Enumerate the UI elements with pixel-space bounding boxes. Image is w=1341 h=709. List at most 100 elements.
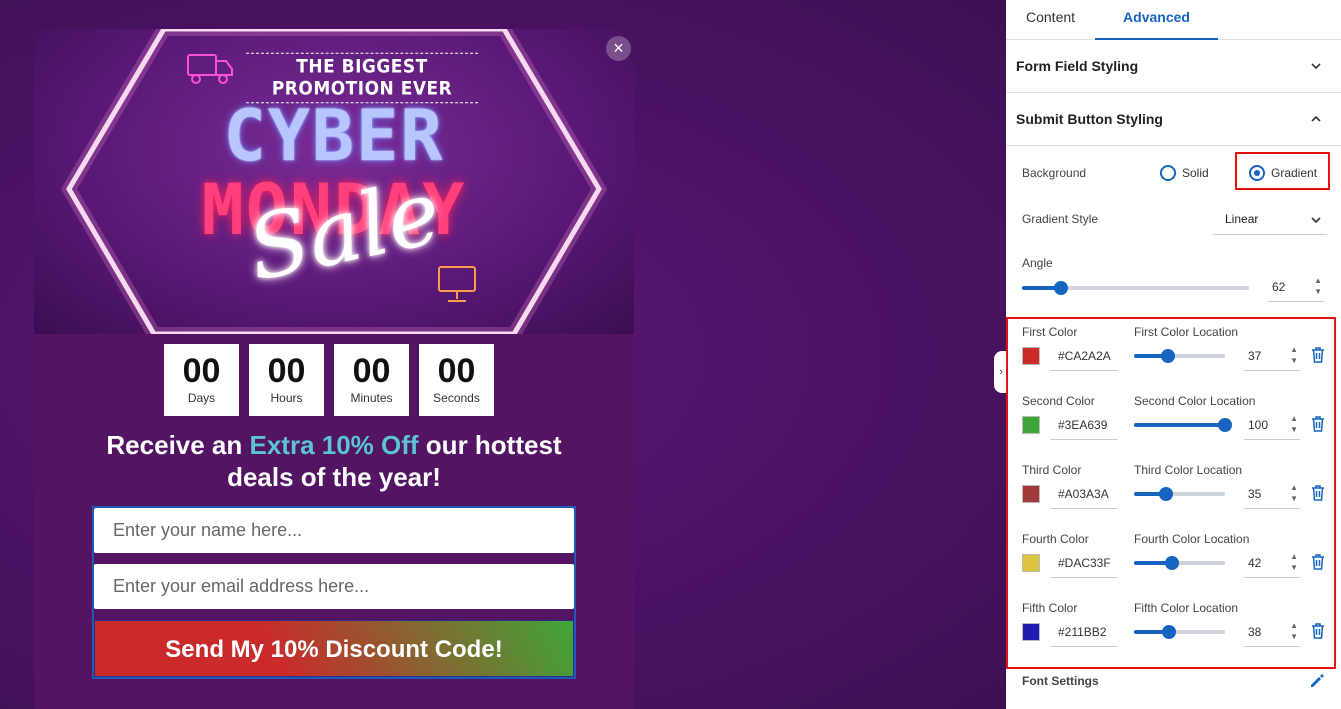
gradient-style-value: Linear bbox=[1225, 212, 1259, 226]
spinner-arrows-icon[interactable]: ▲ ▼ bbox=[1314, 275, 1322, 297]
radio-gradient-label: Gradient bbox=[1271, 166, 1318, 180]
color-swatch[interactable] bbox=[1022, 347, 1040, 365]
color-hex-input[interactable]: #DAC33F bbox=[1050, 548, 1118, 578]
spinner-arrows-icon[interactable]: ▲ ▼ bbox=[1290, 551, 1298, 573]
spinner-arrows-icon[interactable]: ▲ ▼ bbox=[1290, 482, 1298, 504]
color-location-label: Fifth Color Location bbox=[1134, 601, 1239, 615]
color-location-input[interactable]: 42 ▲ ▼ bbox=[1244, 548, 1300, 578]
countdown-box: 00 Seconds bbox=[419, 344, 494, 416]
location-value: 100 bbox=[1248, 418, 1269, 432]
color-location-input[interactable]: 35 ▲ ▼ bbox=[1244, 479, 1300, 509]
color-location-slider[interactable] bbox=[1134, 349, 1225, 363]
color-label: Second Color bbox=[1022, 394, 1095, 408]
countdown-number: 00 bbox=[267, 352, 306, 390]
radio-solid[interactable]: Solid bbox=[1160, 165, 1209, 181]
color-location-input[interactable]: 100 ▲ ▼ bbox=[1244, 410, 1300, 440]
color-swatch[interactable] bbox=[1022, 623, 1040, 641]
color-location-input[interactable]: 37 ▲ ▼ bbox=[1244, 341, 1300, 371]
color-label: First Color bbox=[1022, 325, 1078, 339]
countdown-number: 00 bbox=[437, 352, 476, 390]
submit-button-styling-label: Submit Button Styling bbox=[1016, 111, 1163, 127]
color-swatch[interactable] bbox=[1022, 554, 1040, 572]
color-location-label: First Color Location bbox=[1134, 325, 1239, 339]
color-location-slider[interactable] bbox=[1134, 556, 1225, 570]
slider-thumb[interactable] bbox=[1161, 625, 1176, 639]
delete-trash-icon[interactable] bbox=[1311, 347, 1325, 363]
angle-slider[interactable] bbox=[1022, 281, 1249, 295]
color-hex-input[interactable]: #CA2A2A bbox=[1050, 341, 1118, 371]
hero-banner: THE BIGGEST PROMOTION EVER CYBER MONDAY … bbox=[34, 29, 634, 334]
location-value: 42 bbox=[1248, 556, 1262, 570]
tab-advanced[interactable]: Advanced bbox=[1095, 0, 1218, 40]
truck-icon bbox=[187, 54, 233, 84]
countdown-number: 00 bbox=[352, 352, 391, 390]
slider-fill bbox=[1134, 423, 1225, 427]
delete-trash-icon[interactable] bbox=[1311, 485, 1325, 501]
chevron-down-icon bbox=[1311, 63, 1321, 70]
submit-discount-button[interactable]: Send My 10% Discount Code! bbox=[94, 620, 574, 677]
radio-checked-icon bbox=[1249, 165, 1265, 181]
color-location-input[interactable]: 38 ▲ ▼ bbox=[1244, 617, 1300, 647]
close-icon[interactable]: × bbox=[606, 36, 631, 61]
color-label: Fifth Color bbox=[1022, 601, 1078, 615]
editor-canvas: THE BIGGEST PROMOTION EVER CYBER MONDAY … bbox=[0, 0, 1008, 709]
font-settings-label: Font Settings bbox=[1022, 674, 1099, 688]
spinner-arrows-icon[interactable]: ▲ ▼ bbox=[1290, 620, 1298, 642]
radio-circle-icon bbox=[1160, 165, 1176, 181]
countdown-box: 00 Days bbox=[164, 344, 239, 416]
countdown-label: Days bbox=[187, 391, 216, 405]
hero-title-cyber: CYBER bbox=[223, 95, 445, 177]
color-location-slider[interactable] bbox=[1134, 418, 1232, 432]
radio-solid-label: Solid bbox=[1182, 166, 1209, 180]
headline-highlight: Extra 10% Off bbox=[249, 430, 419, 460]
angle-label: Angle bbox=[1022, 256, 1053, 270]
color-swatch[interactable] bbox=[1022, 416, 1040, 434]
countdown-box: 00 Hours bbox=[249, 344, 324, 416]
color-location-label: Second Color Location bbox=[1134, 394, 1256, 408]
location-value: 35 bbox=[1248, 487, 1262, 501]
slider-thumb[interactable] bbox=[1218, 418, 1232, 432]
chevron-up-icon bbox=[1311, 115, 1321, 122]
color-label: Fourth Color bbox=[1022, 532, 1089, 546]
color-swatch[interactable] bbox=[1022, 485, 1040, 503]
color-hex-input[interactable]: #A03A3A bbox=[1050, 479, 1118, 509]
countdown-number: 00 bbox=[182, 352, 221, 390]
countdown-label: Seconds bbox=[433, 391, 480, 405]
submit-button-styling-header[interactable]: Submit Button Styling bbox=[1006, 93, 1341, 146]
countdown-label: Hours bbox=[270, 391, 303, 405]
countdown-timer: 00 Days 00 Hours 00 Minutes 00 Seconds bbox=[164, 344, 494, 416]
offer-headline: Receive an Extra 10% Off our hottest dea… bbox=[74, 429, 594, 493]
delete-trash-icon[interactable] bbox=[1311, 623, 1325, 639]
color-label: Third Color bbox=[1022, 463, 1082, 477]
slider-thumb[interactable] bbox=[1160, 349, 1175, 363]
color-location-slider[interactable] bbox=[1134, 487, 1225, 501]
spinner-arrows-icon[interactable]: ▲ ▼ bbox=[1290, 413, 1298, 435]
email-input[interactable]: Enter your email address here... bbox=[94, 564, 574, 609]
popup-preview: THE BIGGEST PROMOTION EVER CYBER MONDAY … bbox=[34, 29, 634, 709]
tab-content[interactable]: Content bbox=[1006, 0, 1095, 40]
gradient-style-select[interactable]: Linear bbox=[1213, 205, 1327, 235]
angle-slider-thumb[interactable] bbox=[1053, 281, 1068, 295]
edit-pencil-icon[interactable] bbox=[1308, 672, 1326, 690]
color-location-label: Third Color Location bbox=[1134, 463, 1243, 477]
angle-input[interactable]: 62 ▲ ▼ bbox=[1268, 272, 1324, 302]
color-hex-input[interactable]: #211BB2 bbox=[1050, 617, 1118, 647]
delete-trash-icon[interactable] bbox=[1311, 554, 1325, 570]
form-field-styling-header[interactable]: Form Field Styling bbox=[1006, 40, 1341, 93]
spinner-arrows-icon[interactable]: ▲ ▼ bbox=[1290, 344, 1298, 366]
color-location-slider[interactable] bbox=[1134, 625, 1225, 639]
angle-value: 62 bbox=[1272, 280, 1286, 294]
settings-panel: Content Advanced Form Field Styling Subm… bbox=[1006, 0, 1341, 709]
color-hex-input[interactable]: #3EA639 bbox=[1050, 410, 1118, 440]
radio-gradient[interactable]: Gradient bbox=[1249, 165, 1317, 181]
slider-thumb[interactable] bbox=[1158, 487, 1173, 501]
chevron-down-icon bbox=[1311, 217, 1321, 224]
location-value: 37 bbox=[1248, 349, 1262, 363]
countdown-label: Minutes bbox=[350, 391, 393, 405]
location-value: 38 bbox=[1248, 625, 1262, 639]
countdown-box: 00 Minutes bbox=[334, 344, 409, 416]
delete-trash-icon[interactable] bbox=[1311, 416, 1325, 432]
form-field-styling-label: Form Field Styling bbox=[1016, 58, 1139, 74]
name-input[interactable]: Enter your name here... bbox=[94, 508, 574, 553]
panel-tabs: Content Advanced bbox=[1006, 0, 1341, 40]
